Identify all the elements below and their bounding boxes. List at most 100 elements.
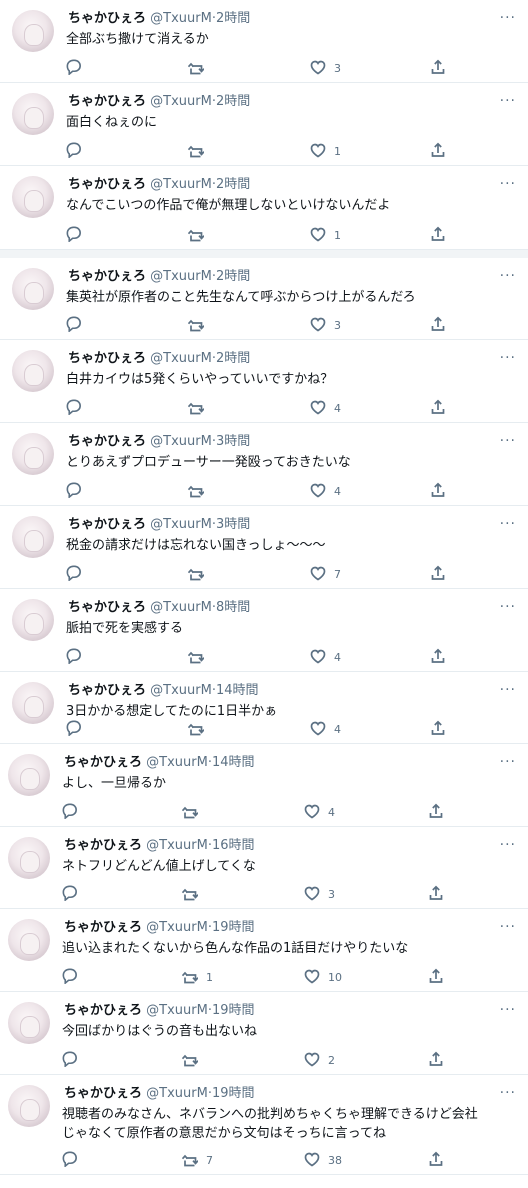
avatar[interactable]: [12, 350, 54, 392]
like-button[interactable]: 3: [310, 316, 341, 334]
retweet-button[interactable]: [181, 885, 206, 903]
share-button[interactable]: [428, 803, 444, 821]
like-button[interactable]: 3: [310, 59, 341, 77]
timestamp[interactable]: 2時間: [216, 269, 250, 284]
user-handle[interactable]: @TxuurM: [146, 920, 208, 935]
tweet[interactable]: ちゃかひぇろ @TxuurM·19時間 ··· 追い込まれたくないから色んな作品の1…: [0, 909, 528, 992]
tweet[interactable]: ちゃかひぇろ @TxuurM·3時間 ··· とりあえずプロデューサー一発殴っておき…: [0, 423, 528, 506]
reply-button[interactable]: [66, 720, 82, 738]
tweet[interactable]: ちゃかひぇろ @TxuurM·19時間 ··· 今回ばかりはぐうの音も出ないね 2: [0, 992, 528, 1075]
retweet-button[interactable]: [187, 720, 212, 738]
user-handle[interactable]: @TxuurM: [146, 1086, 208, 1101]
timestamp[interactable]: 2時間: [216, 94, 250, 109]
reply-button[interactable]: [62, 1151, 78, 1169]
reply-button[interactable]: [62, 885, 78, 903]
timestamp[interactable]: 19時間: [212, 1003, 255, 1018]
display-name[interactable]: ちゃかひぇろ: [68, 683, 146, 698]
display-name[interactable]: ちゃかひぇろ: [68, 177, 146, 192]
avatar[interactable]: [12, 516, 54, 558]
reply-button[interactable]: [62, 803, 78, 821]
timestamp[interactable]: 19時間: [212, 1086, 255, 1101]
like-button[interactable]: 4: [304, 803, 335, 821]
more-icon[interactable]: ···: [500, 351, 516, 365]
user-handle[interactable]: @TxuurM: [146, 1003, 208, 1018]
more-icon[interactable]: ···: [500, 920, 516, 934]
tweet[interactable]: ちゃかひぇろ @TxuurM·2時間 ··· 集英社が原作者のこと先生なんて呼ぶから…: [0, 258, 528, 340]
share-button[interactable]: [428, 1151, 444, 1169]
more-icon[interactable]: ···: [500, 11, 516, 25]
like-button[interactable]: 1: [310, 226, 341, 244]
retweet-button[interactable]: [187, 565, 212, 583]
more-icon[interactable]: ···: [500, 177, 516, 191]
like-button[interactable]: 4: [310, 720, 341, 738]
reply-button[interactable]: [66, 142, 82, 160]
share-button[interactable]: [430, 142, 446, 160]
avatar[interactable]: [12, 599, 54, 641]
retweet-button[interactable]: [181, 1051, 206, 1069]
more-icon[interactable]: ···: [500, 838, 516, 852]
user-handle[interactable]: @TxuurM: [150, 683, 212, 698]
tweet[interactable]: ちゃかひぇろ @TxuurM·2時間 ··· 全部ぶち撒けて消えるか 3: [0, 0, 528, 83]
avatar[interactable]: [12, 93, 54, 135]
display-name[interactable]: ちゃかひぇろ: [64, 1003, 142, 1018]
retweet-button[interactable]: [187, 142, 212, 160]
tweet[interactable]: ちゃかひぇろ @TxuurM·8時間 ··· 脈拍で死を実感する 4: [0, 589, 528, 672]
like-button[interactable]: 4: [310, 648, 341, 666]
retweet-button[interactable]: [187, 482, 212, 500]
avatar[interactable]: [8, 1002, 50, 1044]
user-handle[interactable]: @TxuurM: [146, 838, 208, 853]
reply-button[interactable]: [66, 565, 82, 583]
reply-button[interactable]: [66, 399, 82, 417]
user-handle[interactable]: @TxuurM: [150, 517, 212, 532]
avatar[interactable]: [8, 1085, 50, 1127]
timestamp[interactable]: 2時間: [216, 177, 250, 192]
reply-button[interactable]: [66, 482, 82, 500]
user-handle[interactable]: @TxuurM: [150, 600, 212, 615]
reply-button[interactable]: [66, 226, 82, 244]
tweet[interactable]: ちゃかひぇろ @TxuurM·2時間 ··· 白井カイウは5発くらいやっていいですか…: [0, 340, 528, 423]
display-name[interactable]: ちゃかひぇろ: [68, 600, 146, 615]
display-name[interactable]: ちゃかひぇろ: [68, 11, 146, 26]
user-handle[interactable]: @TxuurM: [146, 755, 208, 770]
more-icon[interactable]: ···: [500, 755, 516, 769]
share-button[interactable]: [430, 316, 446, 334]
like-button[interactable]: 2: [304, 1051, 335, 1069]
user-handle[interactable]: @TxuurM: [150, 11, 212, 26]
like-button[interactable]: 38: [304, 1151, 342, 1169]
avatar[interactable]: [12, 10, 54, 52]
share-button[interactable]: [430, 226, 446, 244]
timestamp[interactable]: 2時間: [216, 11, 250, 26]
share-button[interactable]: [428, 1051, 444, 1069]
avatar[interactable]: [12, 268, 54, 310]
more-icon[interactable]: ···: [500, 1003, 516, 1017]
avatar[interactable]: [8, 754, 50, 796]
user-handle[interactable]: @TxuurM: [150, 434, 212, 449]
more-icon[interactable]: ···: [500, 94, 516, 108]
tweet[interactable]: ちゃかひぇろ @TxuurM·14時間 ··· よし、一旦帰るか 4: [0, 744, 528, 827]
tweet[interactable]: ちゃかひぇろ @TxuurM·14時間 ··· 3日かかる想定してたのに1日半かぁ 4: [0, 672, 528, 744]
timestamp[interactable]: 2時間: [216, 351, 250, 366]
reply-button[interactable]: [62, 1051, 78, 1069]
avatar[interactable]: [12, 433, 54, 475]
retweet-button[interactable]: [181, 803, 206, 821]
like-button[interactable]: 3: [304, 885, 335, 903]
display-name[interactable]: ちゃかひぇろ: [64, 1086, 142, 1101]
like-button[interactable]: 7: [310, 565, 341, 583]
more-icon[interactable]: ···: [500, 1086, 516, 1100]
display-name[interactable]: ちゃかひぇろ: [64, 755, 142, 770]
avatar[interactable]: [12, 682, 54, 724]
retweet-button[interactable]: [187, 316, 212, 334]
share-button[interactable]: [430, 720, 446, 738]
tweet[interactable]: ちゃかひぇろ @TxuurM·3時間 ··· 税金の請求だけは忘れない国きっしょ〜〜…: [0, 506, 528, 589]
more-icon[interactable]: ···: [500, 517, 516, 531]
tweet[interactable]: ちゃかひぇろ @TxuurM·2時間 ··· 面白くねぇのに 1: [0, 83, 528, 166]
like-button[interactable]: 4: [310, 399, 341, 417]
retweet-button[interactable]: [187, 59, 212, 77]
retweet-button[interactable]: [187, 648, 212, 666]
avatar[interactable]: [8, 919, 50, 961]
tweet[interactable]: ちゃかひぇろ @TxuurM·19時間 ··· 視聴者のみなさん、ネバランへの批判め…: [0, 1075, 528, 1175]
reply-button[interactable]: [62, 968, 78, 986]
user-handle[interactable]: @TxuurM: [150, 94, 212, 109]
timestamp[interactable]: 3時間: [216, 517, 250, 532]
more-icon[interactable]: ···: [500, 683, 516, 697]
